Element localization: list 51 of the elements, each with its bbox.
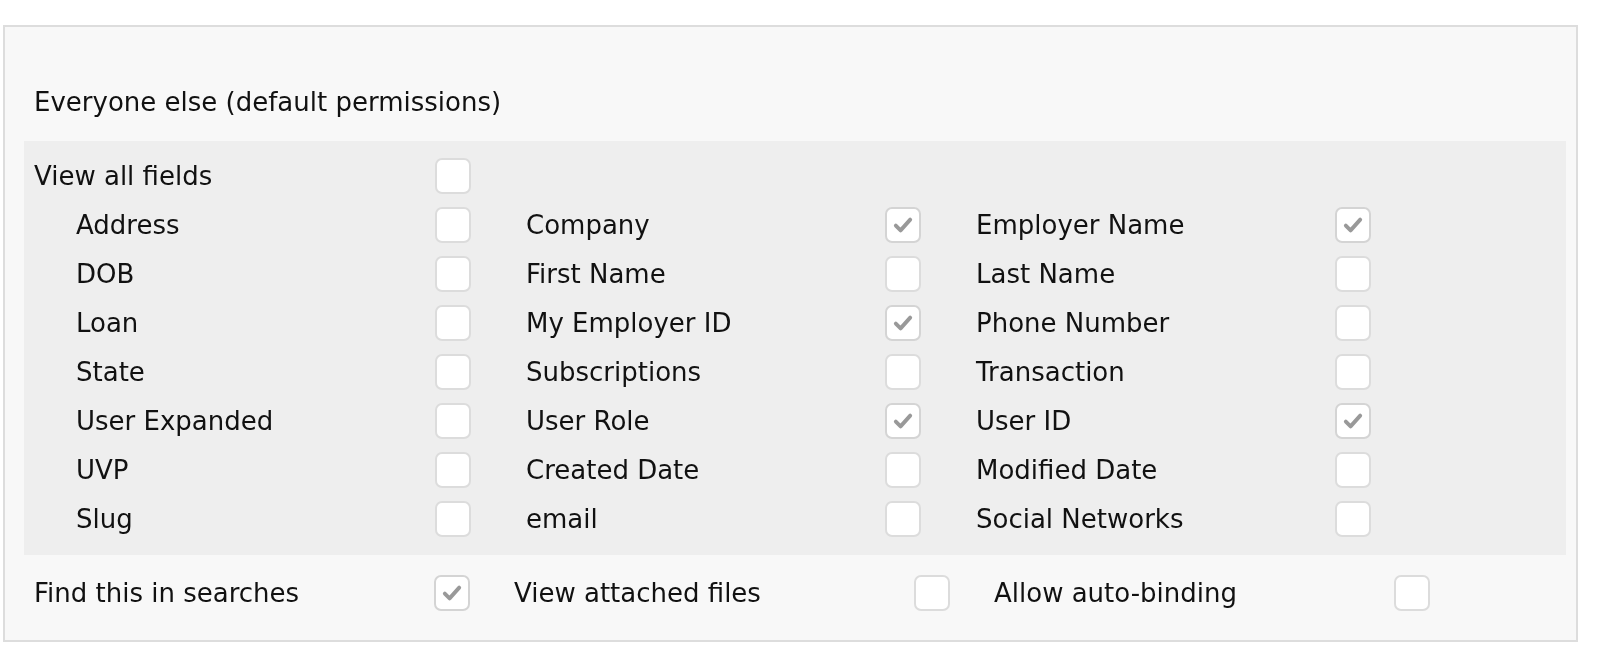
field-label: First Name — [526, 257, 667, 291]
field-label: UVP — [76, 453, 130, 487]
field-label: Created Date — [526, 453, 701, 487]
checkbox[interactable] — [435, 353, 471, 390]
field-label: State — [76, 355, 146, 389]
field-label: Transaction — [976, 355, 1126, 389]
checkbox[interactable] — [885, 206, 921, 243]
checkbox[interactable] — [1335, 255, 1371, 292]
checkbox[interactable] — [885, 353, 921, 390]
checkbox[interactable] — [885, 304, 921, 341]
checkbox[interactable] — [435, 157, 471, 194]
checkbox[interactable] — [435, 255, 471, 292]
checkbox[interactable] — [434, 575, 470, 611]
checkbox[interactable] — [1335, 353, 1371, 390]
field-label: Social Networks — [976, 502, 1185, 536]
field-label: User ID — [976, 404, 1073, 438]
checkbox[interactable] — [1335, 500, 1371, 537]
checkbox[interactable] — [885, 451, 921, 488]
section-title: Everyone else (default permissions) — [33, 87, 503, 117]
field-label: Subscriptions — [526, 355, 703, 389]
checkbox[interactable] — [885, 255, 921, 292]
field-label: Phone Number — [976, 306, 1171, 340]
checkbox-label: Find this in searches — [34, 577, 301, 610]
checkbox-label: Allow auto-binding — [994, 577, 1238, 610]
checkbox[interactable] — [885, 500, 921, 537]
checkbox[interactable] — [914, 575, 950, 611]
checkbox[interactable] — [885, 402, 921, 439]
checkbox[interactable] — [435, 402, 471, 439]
checkbox[interactable] — [1335, 451, 1371, 488]
checkbox[interactable] — [1335, 206, 1371, 243]
field-label: Modified Date — [976, 453, 1159, 487]
field-label: Loan — [76, 306, 140, 340]
field-label: User Role — [526, 404, 651, 438]
checkbox-label: View attached files — [514, 577, 762, 610]
checkbox[interactable] — [435, 500, 471, 537]
field-label: Employer Name — [976, 208, 1186, 242]
field-label: Last Name — [976, 257, 1117, 291]
field-label: Company — [526, 208, 651, 242]
checkbox[interactable] — [1394, 575, 1430, 611]
field-label: email — [526, 502, 599, 536]
checkbox[interactable] — [1335, 304, 1371, 341]
checkbox[interactable] — [1335, 402, 1371, 439]
checkbox[interactable] — [435, 451, 471, 488]
field-label: DOB — [76, 257, 136, 291]
field-label: My Employer ID — [526, 306, 733, 340]
checkbox-label: View all fields — [34, 159, 214, 193]
checkbox[interactable] — [435, 304, 471, 341]
checkbox[interactable] — [435, 206, 471, 243]
field-label: User Expanded — [76, 404, 275, 438]
field-label: Address — [76, 208, 181, 242]
field-label: Slug — [76, 502, 134, 536]
